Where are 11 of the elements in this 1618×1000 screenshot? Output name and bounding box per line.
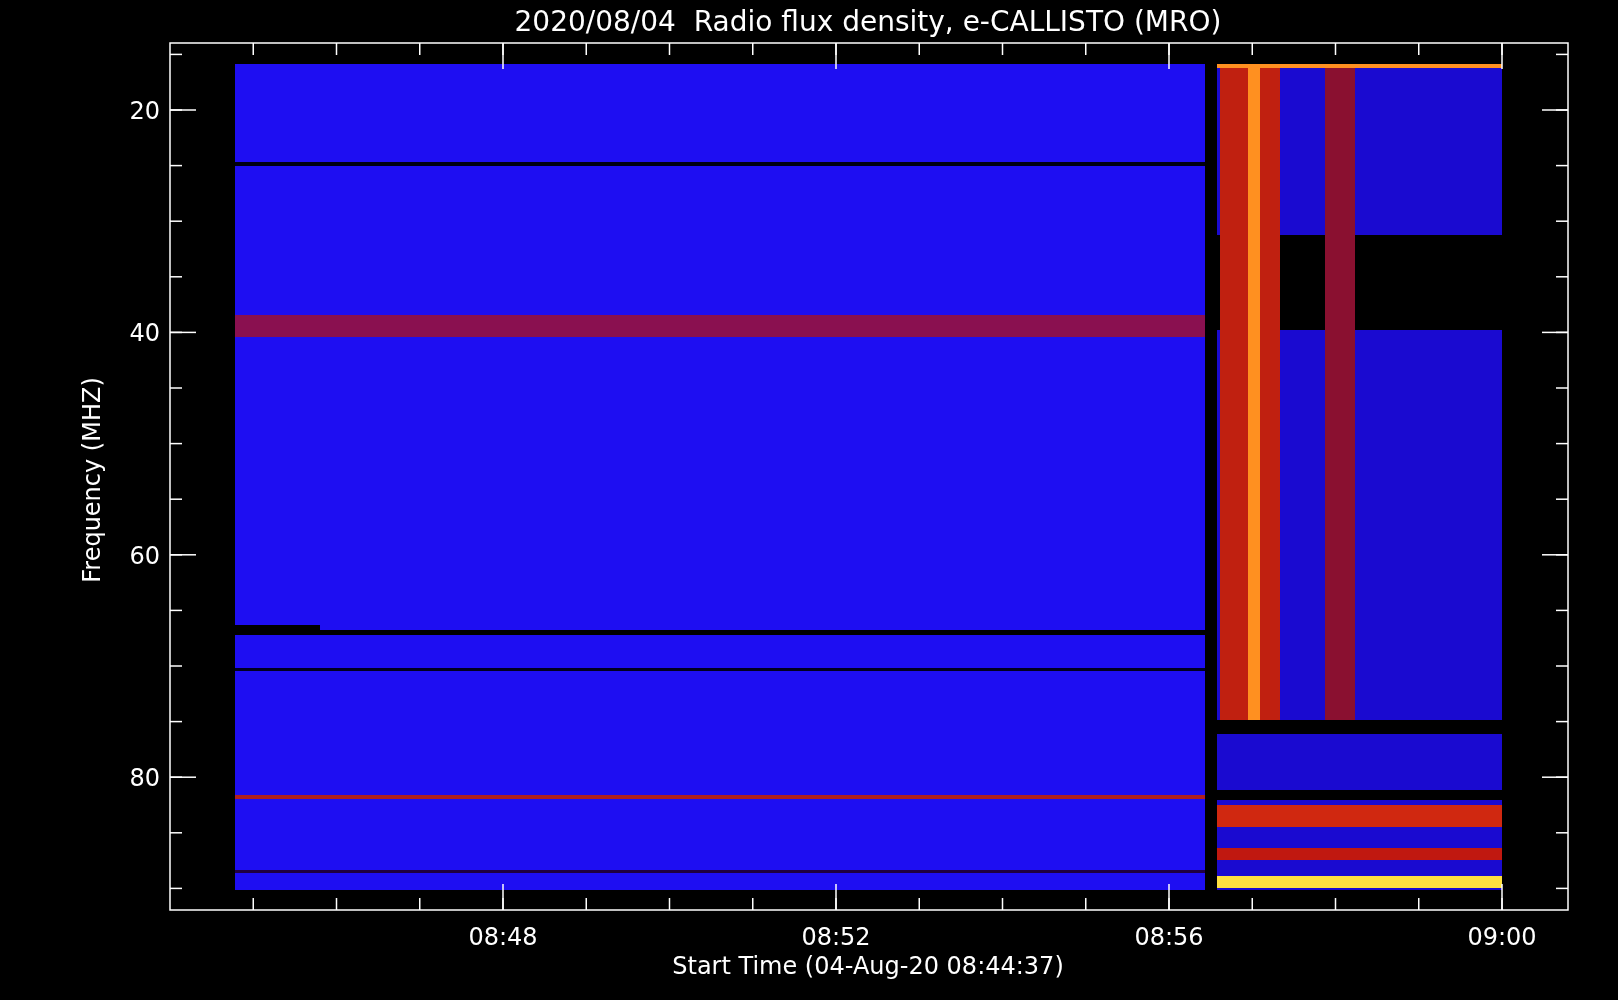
y-tick-label: 40 xyxy=(129,319,160,348)
chart-title: 2020/08/04 Radio flux density, e-CALLISTO (MRO) xyxy=(514,5,1222,38)
y-tick-label: 60 xyxy=(129,541,160,570)
x-tick-label: 08:56 xyxy=(1134,923,1204,951)
x-tick-label: 09:00 xyxy=(1467,923,1537,951)
y-tick-label: 80 xyxy=(129,764,160,793)
x-tick-label: 08:52 xyxy=(801,923,871,951)
y-tick-label: 20 xyxy=(129,97,160,125)
x-tick-label: 08:48 xyxy=(468,923,538,951)
x-axis-label: Start Time (04-Aug-20 08:44:37) xyxy=(672,952,1064,980)
y-axis-label: Frequency (MHZ) xyxy=(78,377,106,583)
